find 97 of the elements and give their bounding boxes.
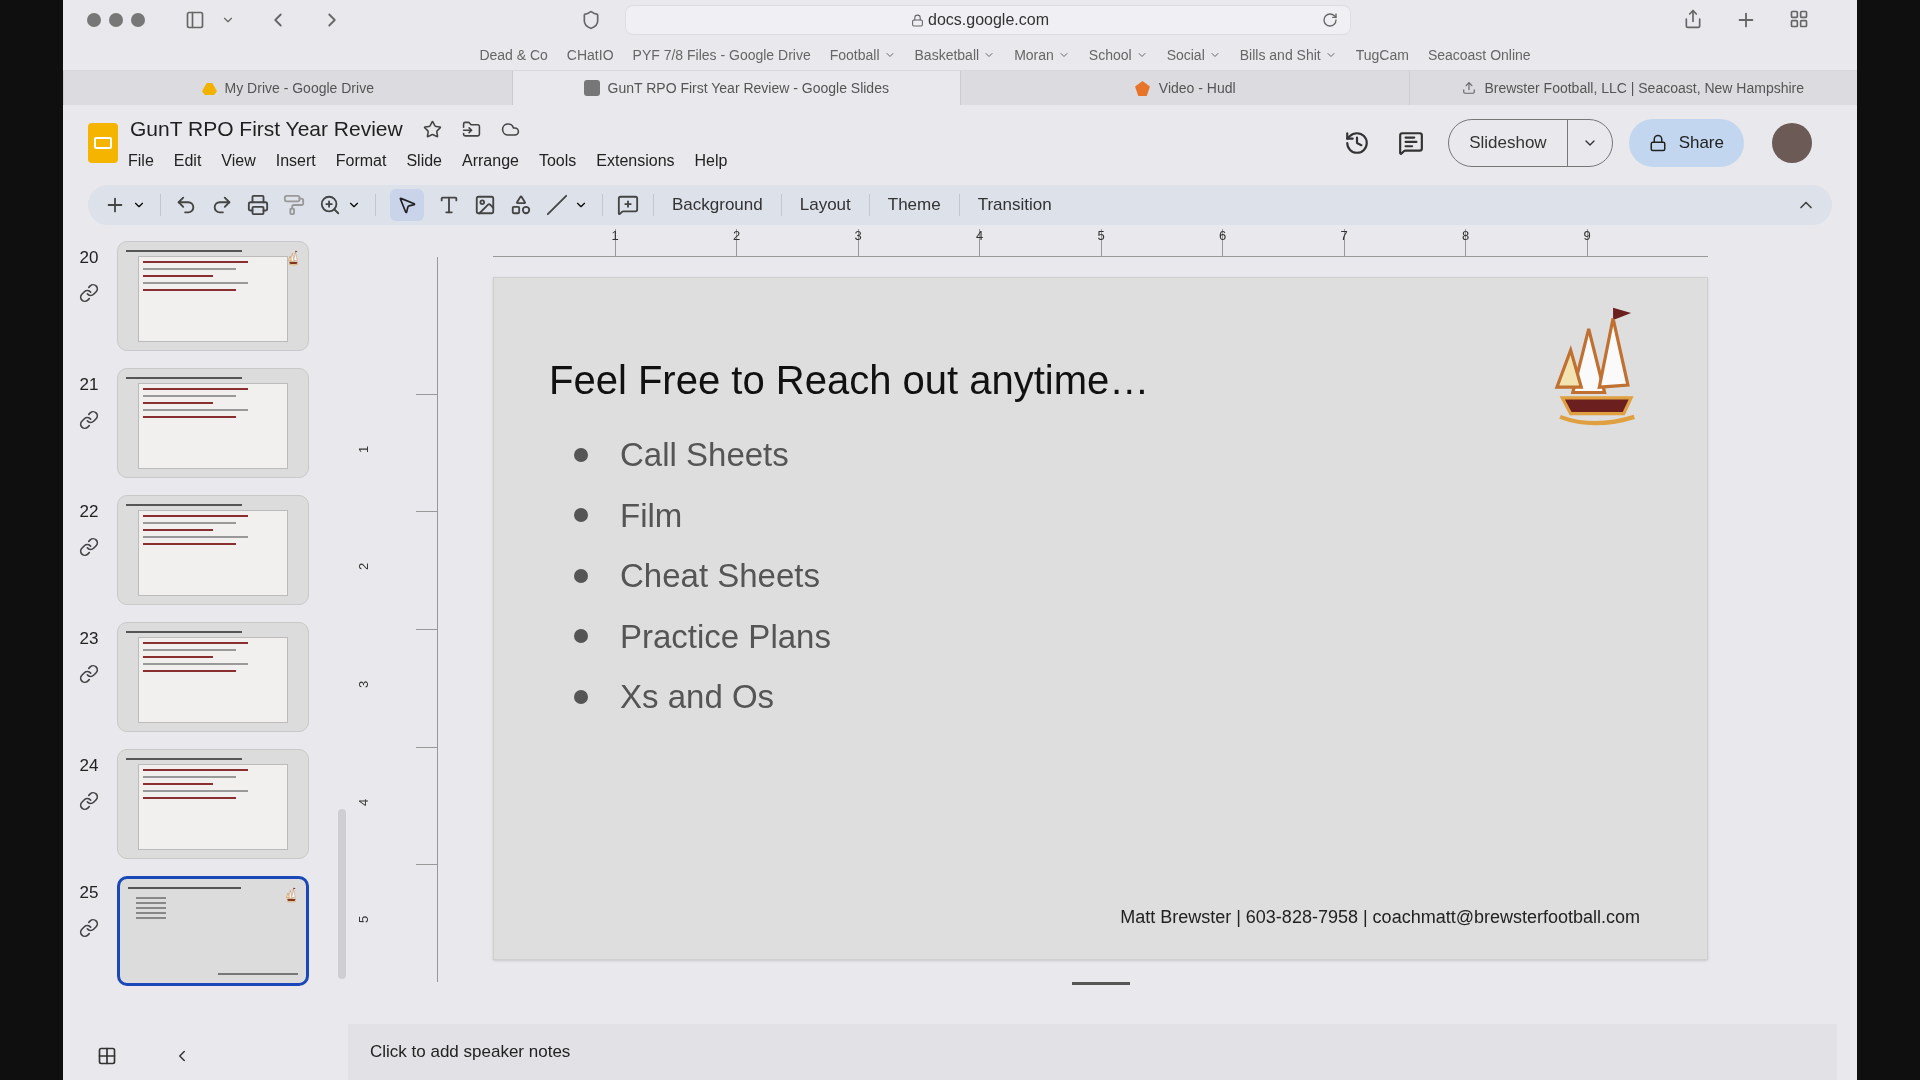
bullet-text: Practice Plans <box>620 616 831 657</box>
bookmark[interactable]: Basketball <box>914 44 996 66</box>
hudl-icon <box>1133 79 1151 97</box>
browser-tab[interactable]: Video - Hudl <box>960 71 1409 105</box>
slide-number: 22 <box>79 501 99 523</box>
ruler-number: 9 <box>1583 229 1592 242</box>
slide-thumbnail[interactable] <box>117 876 309 986</box>
menu-item[interactable]: Extensions <box>596 148 675 173</box>
bookmark[interactable]: PYF 7/8 Files - Google Drive <box>632 44 811 66</box>
toolbar-button[interactable]: Background <box>668 192 767 218</box>
share-icon[interactable] <box>1683 9 1703 29</box>
history-icon[interactable] <box>1344 130 1371 156</box>
bookmark[interactable]: School <box>1088 44 1148 66</box>
slide-number: 24 <box>79 755 99 777</box>
link-icon <box>79 790 99 811</box>
bullet-text: Call Sheets <box>620 435 789 475</box>
shield-icon[interactable] <box>581 10 601 30</box>
toolbar-button[interactable]: Theme <box>883 192 945 218</box>
shapes-icon[interactable] <box>510 194 532 216</box>
bookmark[interactable]: Bills and Shit <box>1239 44 1337 66</box>
ship-logo <box>284 887 298 903</box>
slide-number: 20 <box>79 247 99 269</box>
ruler-number: 7 <box>1340 229 1349 242</box>
ruler-number: 1 <box>611 229 620 242</box>
image-icon[interactable] <box>474 194 496 216</box>
address-bar[interactable]: docs.google.com <box>625 5 1351 35</box>
ruler-number: 5 <box>1097 229 1106 242</box>
link-icon <box>79 282 99 303</box>
toolbar-button[interactable]: Transition <box>973 192 1056 218</box>
address-text: docs.google.com <box>928 10 1049 30</box>
ruler-number: 1 <box>357 445 373 453</box>
speaker-notes-field[interactable]: Click to add speaker notes <box>348 1024 1837 1080</box>
ship-logo <box>286 250 300 266</box>
menu-item[interactable]: Tools <box>538 148 577 173</box>
select-tool[interactable] <box>390 189 424 221</box>
link-icon <box>79 917 99 938</box>
bookmark[interactable]: Social <box>1166 44 1221 66</box>
bookmark[interactable]: TugCam <box>1355 44 1409 66</box>
bookmark[interactable]: Moran <box>1014 44 1070 66</box>
scrollbar[interactable] <box>338 809 346 979</box>
ruler-number: 5 <box>357 916 373 924</box>
toolbar-button[interactable]: Layout <box>795 192 855 218</box>
menu-item[interactable]: Slide <box>406 148 442 173</box>
ruler-number: 3 <box>854 229 863 242</box>
bullet-text: Xs and Os <box>620 677 775 717</box>
thumbnail-content <box>136 897 166 919</box>
ruler-number: 4 <box>357 798 373 806</box>
menu-item[interactable]: Arrange <box>462 148 519 173</box>
print-icon[interactable] <box>247 194 269 216</box>
zoom-icon[interactable] <box>319 194 341 216</box>
link-icon <box>79 663 99 684</box>
lock-icon <box>1648 134 1667 152</box>
undo-icon[interactable] <box>175 194 197 216</box>
slide-number: 21 <box>79 374 99 396</box>
link-icon <box>79 409 99 430</box>
browser-tab[interactable]: Brewster Football, LLC | Seacoast, New Hampshire <box>1408 71 1857 105</box>
browser-tab[interactable]: My Drive - Google Drive <box>63 71 512 105</box>
pointer-icon <box>397 195 417 215</box>
bullet-text: Film <box>620 495 683 536</box>
bookmark[interactable]: Dead & Co <box>479 44 548 66</box>
grid-view-icon[interactable] <box>97 1046 117 1066</box>
avatar[interactable] <box>1772 123 1812 163</box>
menu-item[interactable]: Insert <box>275 148 316 173</box>
ruler-number: 2 <box>357 562 373 571</box>
slide-title: Feel Free to Reach out anytime… <box>549 357 1151 404</box>
comments-icon[interactable] <box>1398 130 1425 156</box>
star-icon[interactable] <box>422 119 442 139</box>
menu-item[interactable]: File <box>128 148 154 173</box>
text-box-icon[interactable] <box>438 194 460 216</box>
add-comment-icon[interactable] <box>617 194 639 216</box>
move-folder-icon[interactable] <box>461 119 481 139</box>
bookmark[interactable]: Seacoast Online <box>1427 44 1531 66</box>
slide-footer: Matt Brewster | 603-828-7958 | coachmatt@brewsterfootball.com <box>1120 904 1640 931</box>
resize-handle[interactable] <box>1071 982 1130 985</box>
link-icon <box>79 536 99 557</box>
slide-number: 23 <box>79 628 99 650</box>
ruler-number: 3 <box>357 680 373 688</box>
slide-number: 25 <box>79 882 99 904</box>
slides-icon <box>583 80 600 96</box>
bookmark[interactable]: Football <box>829 44 896 66</box>
share-button[interactable]: Share <box>1628 119 1744 167</box>
tab-overview-icon[interactable] <box>1789 9 1809 29</box>
bookmark[interactable]: CHatIO <box>566 44 614 66</box>
line-icon[interactable] <box>546 194 568 216</box>
lock-icon <box>911 13 924 27</box>
sidebar-icon[interactable] <box>185 10 205 30</box>
slide-canvas[interactable]: Feel Free to Reach out anytime… Call Sheets Film Cheat Sheets Practice Plans Xs and Os Matt Brewster | 603-828-7958 | coachmatt@brewsterfootball.com <box>493 277 1708 960</box>
redo-icon[interactable] <box>211 194 233 216</box>
drive-icon <box>201 81 217 95</box>
menu-item[interactable]: Format <box>335 148 387 173</box>
menu-item[interactable]: Help <box>694 148 728 173</box>
reload-icon[interactable] <box>1322 12 1338 28</box>
menu-item[interactable]: View <box>221 148 256 173</box>
menu-item[interactable]: Edit <box>173 148 202 173</box>
bullet-text: Cheat Sheets <box>620 556 820 596</box>
upload-icon <box>1462 81 1477 95</box>
document-title[interactable]: GunT RPO First Year Review <box>130 113 403 145</box>
